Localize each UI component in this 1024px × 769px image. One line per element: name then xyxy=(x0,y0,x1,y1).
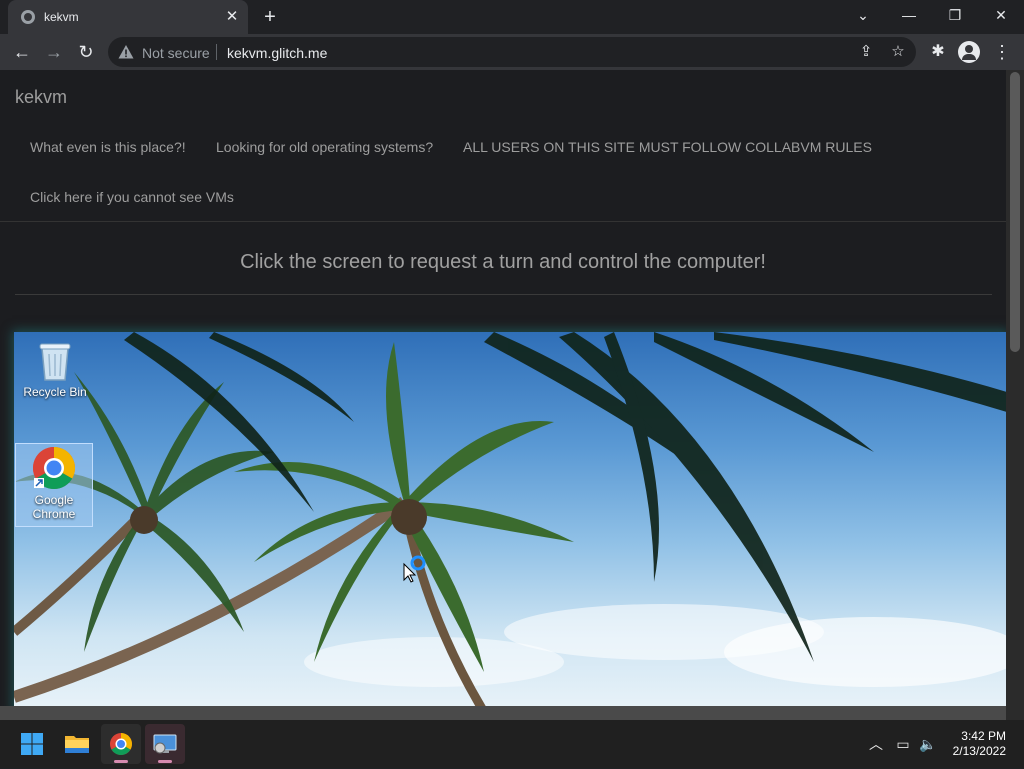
nav-link-cannot-see-vms[interactable]: Click here if you cannot see VMs xyxy=(30,189,234,205)
nav-divider xyxy=(0,221,1006,222)
address-bar[interactable]: Not secure kekvm.glitch.me ⇪ ☆ xyxy=(108,37,916,67)
busy-cursor-icon xyxy=(403,555,426,583)
volume-icon[interactable]: 🔈 xyxy=(918,734,938,754)
taskbar-remote-desktop[interactable] xyxy=(145,724,185,764)
desktop-icon-recycle-bin[interactable]: Recycle Bin xyxy=(16,338,94,408)
vm-display-screen[interactable]: Recycle Bin Google Chrome xyxy=(14,332,1006,706)
back-icon[interactable]: ← xyxy=(10,40,34,64)
taskbar-chrome[interactable] xyxy=(101,724,141,764)
windows-start-icon xyxy=(21,733,43,755)
extensions-puzzle-icon[interactable]: ✱ xyxy=(926,40,950,64)
minimize-button[interactable]: — xyxy=(894,4,924,26)
vertical-scrollbar-thumb[interactable] xyxy=(1010,72,1020,352)
tab-kekvm[interactable]: kekvm ✕ xyxy=(8,0,248,34)
menu-kebab-icon[interactable]: ⋮ xyxy=(990,40,1014,64)
security-label[interactable]: Not secure xyxy=(142,45,210,61)
remote-desktop-icon xyxy=(153,734,177,754)
taskbar-file-explorer[interactable] xyxy=(57,724,97,764)
file-explorer-icon xyxy=(65,736,89,753)
forward-icon[interactable]: → xyxy=(42,40,66,64)
restore-button[interactable]: ❐ xyxy=(940,4,970,26)
desktop-icon-label: Recycle Bin xyxy=(23,385,87,399)
browser-toolbar: ← → ↻ Not secure kekvm.glitch.me ⇪ ☆ ✱ ⋮ xyxy=(0,34,1024,70)
palm-trees-wallpaper-art xyxy=(14,332,1006,706)
scrollbar-corner xyxy=(1006,706,1024,720)
new-tab-button[interactable]: + xyxy=(260,6,280,28)
close-tab-icon[interactable]: ✕ xyxy=(223,8,241,26)
recycle-bin-icon xyxy=(39,343,71,381)
close-window-button[interactable]: ✕ xyxy=(986,4,1016,26)
bookmark-star-icon[interactable]: ☆ xyxy=(888,42,908,62)
windows-taskbar: ︿ ▭ 🔈 3:42 PM 2/13/2022 xyxy=(0,720,1024,768)
reload-icon[interactable]: ↻ xyxy=(74,40,98,64)
nav-link-about[interactable]: What even is this place?! xyxy=(30,139,186,155)
horizontal-scrollbar[interactable] xyxy=(0,706,1006,720)
globe-icon xyxy=(21,10,35,24)
desktop-icon-label: Google Chrome xyxy=(32,493,76,521)
page-content: kekvm What even is this place?! Looking … xyxy=(0,70,1006,706)
site-brand[interactable]: kekvm xyxy=(15,87,67,108)
start-button[interactable] xyxy=(12,724,52,764)
share-icon[interactable]: ⇪ xyxy=(856,42,876,62)
tab-search-icon[interactable]: ⌄ xyxy=(848,4,878,26)
clock-time: 3:42 PM xyxy=(961,729,1006,743)
warning-icon[interactable] xyxy=(118,44,134,60)
system-clock[interactable]: 3:42 PM 2/13/2022 xyxy=(940,729,1006,759)
url-text[interactable]: kekvm.glitch.me xyxy=(227,45,327,61)
chrome-icon xyxy=(32,447,76,490)
profile-avatar-icon[interactable] xyxy=(958,41,980,63)
chrome-icon xyxy=(110,733,132,755)
nav-link-rules[interactable]: ALL USERS ON THIS SITE MUST FOLLOW COLLA… xyxy=(463,139,872,155)
tab-title: kekvm xyxy=(44,10,79,24)
vertical-scrollbar[interactable] xyxy=(1006,70,1024,706)
browser-tab-strip: kekvm ✕ + ⌄ — ❐ ✕ xyxy=(0,0,1024,34)
desktop-icon-google-chrome[interactable]: Google Chrome xyxy=(15,443,93,527)
network-icon[interactable]: ▭ xyxy=(893,734,913,754)
turn-request-headline: Click the screen to request a turn and c… xyxy=(240,251,766,273)
nav-link-old-os[interactable]: Looking for old operating systems? xyxy=(216,139,433,155)
show-hidden-icons-chevron-icon[interactable]: ︿ xyxy=(866,734,886,754)
clock-date: 2/13/2022 xyxy=(952,744,1006,758)
omnibox-divider xyxy=(216,44,217,60)
horizontal-rule xyxy=(15,294,992,295)
